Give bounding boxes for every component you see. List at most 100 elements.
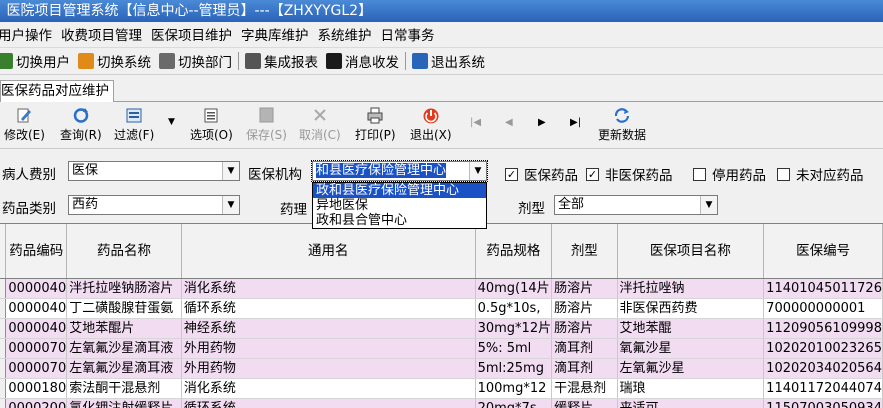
cell-form[interactable]: 滴耳剂 (551, 338, 618, 359)
cell-form[interactable]: 缓释片 (551, 398, 618, 408)
cell-name[interactable]: 泮托拉唑钠肠溶片 (66, 278, 182, 299)
query-button[interactable]: 查询(R) (60, 107, 102, 143)
insured-drug-checkbox[interactable]: ✓ 医保药品 (505, 164, 578, 184)
insurer-option[interactable]: 异地医保 (313, 198, 486, 213)
cell-name[interactable]: 氯化钾注射缓释片 (66, 398, 182, 408)
cell-spec[interactable]: 20mg*7s (475, 398, 553, 408)
toolbar-button-users[interactable]: 切换用户 (0, 51, 70, 71)
column-header[interactable]: 医保编号 (763, 224, 883, 279)
cell-form[interactable]: 肠溶片 (551, 298, 618, 319)
cell-form[interactable]: 干混悬剂 (551, 378, 618, 399)
cell-name[interactable]: 左氧氟沙星滴耳液 (66, 358, 182, 379)
menu-item-5[interactable]: 日常事务 (381, 24, 444, 44)
cell-spec[interactable]: 0.5g*10s, (475, 298, 553, 319)
insurer-select[interactable]: 和县医疗保险管理中心 ▼ (311, 160, 488, 182)
cell-ins-name[interactable]: 来适可 (617, 398, 765, 408)
column-header[interactable]: 通用名 (181, 224, 476, 279)
menu-item-0[interactable]: 用户操作 (0, 24, 61, 44)
column-header[interactable]: 剂型 (551, 224, 618, 279)
patient-type-select[interactable]: 医保 ▼ (68, 161, 240, 181)
cell-ins-code[interactable]: 11209056109998 (763, 318, 883, 339)
menu-item-4[interactable]: 系统维护 (318, 24, 381, 44)
drug-type-select[interactable]: 西药 ▼ (68, 195, 240, 215)
column-header[interactable]: 药品编码 (5, 224, 68, 279)
cell-ins-name[interactable]: 瑞琅 (617, 378, 765, 399)
cell-form[interactable]: 滴耳剂 (551, 358, 618, 379)
toolbar-button-info[interactable]: 消息收发 (326, 51, 399, 71)
next-record-button[interactable]: ▶ (538, 117, 546, 128)
table-row[interactable]: 0000040 泮托拉唑钠肠溶片 消化系统 40mg(14片 肠溶片 泮托拉唑钠 11401… (0, 278, 883, 299)
cell-code[interactable]: 0000040 (5, 278, 68, 299)
cell-spec[interactable]: 100mg*12 (475, 378, 553, 399)
cell-form[interactable]: 肠溶片 (551, 278, 618, 299)
disabled-drug-checkbox[interactable]: 停用药品 (693, 164, 766, 184)
cell-spec[interactable]: 40mg(14片 (475, 278, 553, 299)
cell-ins-code[interactable]: 11401045011726 (763, 278, 883, 299)
print-button[interactable]: 打印(P) (355, 107, 396, 143)
cell-generic[interactable]: 外用药物 (181, 338, 476, 359)
cell-generic[interactable]: 循环系统 (181, 398, 476, 408)
cell-ins-name[interactable]: 艾地苯醌 (617, 318, 765, 339)
menu-item-3[interactable]: 字典库维护 (241, 24, 318, 44)
table-row[interactable]: 0000040 艾地苯醌片 神经系统 30mg*12片 肠溶片 艾地苯醌 112090561… (0, 318, 883, 339)
refresh-data-button[interactable]: 更新数据 (598, 107, 646, 143)
cell-ins-code[interactable]: 700000000001 (763, 298, 883, 319)
cell-code[interactable]: 0000040 (5, 318, 68, 339)
tab-drug-mapping[interactable]: 医保药品对应维护 (0, 80, 114, 102)
column-header[interactable]: 药品规格 (475, 224, 553, 279)
toolbar-button-exit[interactable]: 退出系统 (412, 51, 485, 71)
insurer-option[interactable]: 政和县医疗保险管理中心 (313, 183, 486, 198)
table-row[interactable]: 0000180 索法酮干混悬剂 消化系统 100mg*12 干混悬剂 瑞琅 11401172… (0, 378, 883, 399)
cell-spec[interactable]: 30mg*12片 (475, 318, 553, 339)
column-header[interactable]: 医保项目名称 (617, 224, 765, 279)
table-row[interactable]: 0000200 氯化钾注射缓释片 循环系统 20mg*7s 缓释片 来适可 11507003… (0, 398, 883, 408)
table-row[interactable]: 0000040 丁二磺酸腺苷蛋氨 循环系统 0.5g*10s, 肠溶片 非医保西药费 700… (0, 298, 883, 319)
cell-code[interactable]: 0000040 (5, 298, 68, 319)
cell-ins-name[interactable]: 氧氟沙星 (617, 338, 765, 359)
cell-ins-name[interactable]: 左氧氟沙星 (617, 358, 765, 379)
cell-code[interactable]: 0000070 (5, 338, 68, 359)
cell-code[interactable]: 0000200 (5, 398, 68, 408)
non-insured-drug-checkbox[interactable]: ✓ 非医保药品 (586, 164, 673, 184)
cell-name[interactable]: 艾地苯醌片 (66, 318, 182, 339)
cell-generic[interactable]: 神经系统 (181, 318, 476, 339)
cell-name[interactable]: 索法酮干混悬剂 (66, 378, 182, 399)
toolbar-button-department[interactable]: 切换部门 (159, 51, 232, 71)
prev-record-button[interactable]: ◀ (505, 117, 513, 128)
cell-code[interactable]: 0000180 (5, 378, 68, 399)
table-row[interactable]: 0000070 左氧氟沙星滴耳液 外用药物 5ml:25mg 滴耳剂 左氧氟沙星 10202… (0, 358, 883, 379)
menu-item-2[interactable]: 医保项目维护 (151, 24, 241, 44)
cell-ins-code[interactable]: 10202010023265 (763, 338, 883, 359)
table-row[interactable]: 0000070 左氧氟沙星滴耳液 外用药物 5%: 5ml 滴耳剂 氧氟沙星 1020201… (0, 338, 883, 359)
form-select[interactable]: 全部 ▼ (554, 195, 718, 215)
cell-generic[interactable]: 消化系统 (181, 278, 476, 299)
cell-generic[interactable]: 消化系统 (181, 378, 476, 399)
save-button[interactable]: 保存(S) (246, 107, 287, 143)
cell-name[interactable]: 丁二磺酸腺苷蛋氨 (66, 298, 182, 319)
cell-ins-name[interactable]: 泮托拉唑钠 (617, 278, 765, 299)
cell-ins-code[interactable]: 11507003050934 (763, 398, 883, 408)
edit-button[interactable]: 修改(E) (4, 107, 45, 143)
cell-generic[interactable]: 外用药物 (181, 358, 476, 379)
cell-ins-code[interactable]: 10202034020564 (763, 358, 883, 379)
cancel-button[interactable]: 取消(C) (299, 107, 341, 143)
insurer-option[interactable]: 政和县合管中心 (313, 213, 486, 228)
filter-dropdown-arrow[interactable]: ▼ (168, 117, 175, 127)
toolbar-button-switch-system[interactable]: 切换系统 (78, 51, 151, 71)
cell-form[interactable]: 肠溶片 (551, 318, 618, 339)
unmatched-drug-checkbox[interactable]: 未对应药品 (777, 164, 864, 184)
last-record-button[interactable]: ▶| (570, 117, 581, 128)
first-record-button[interactable]: |◀ (470, 117, 481, 128)
cell-spec[interactable]: 5ml:25mg (475, 358, 553, 379)
toolbar-button-report[interactable]: 集成报表 (245, 51, 318, 71)
cell-ins-name[interactable]: 非医保西药费 (617, 298, 765, 319)
exit-button[interactable]: 退出(X) (410, 107, 452, 143)
column-header[interactable]: 药品名称 (66, 224, 182, 279)
filter-button[interactable]: 过滤(F) (114, 107, 154, 143)
cell-ins-code[interactable]: 11401172044074 (763, 378, 883, 399)
cell-generic[interactable]: 循环系统 (181, 298, 476, 319)
cell-code[interactable]: 0000070 (5, 358, 68, 379)
menu-item-1[interactable]: 收费项目管理 (61, 24, 151, 44)
cell-name[interactable]: 左氧氟沙星滴耳液 (66, 338, 182, 359)
cell-spec[interactable]: 5%: 5ml (475, 338, 553, 359)
